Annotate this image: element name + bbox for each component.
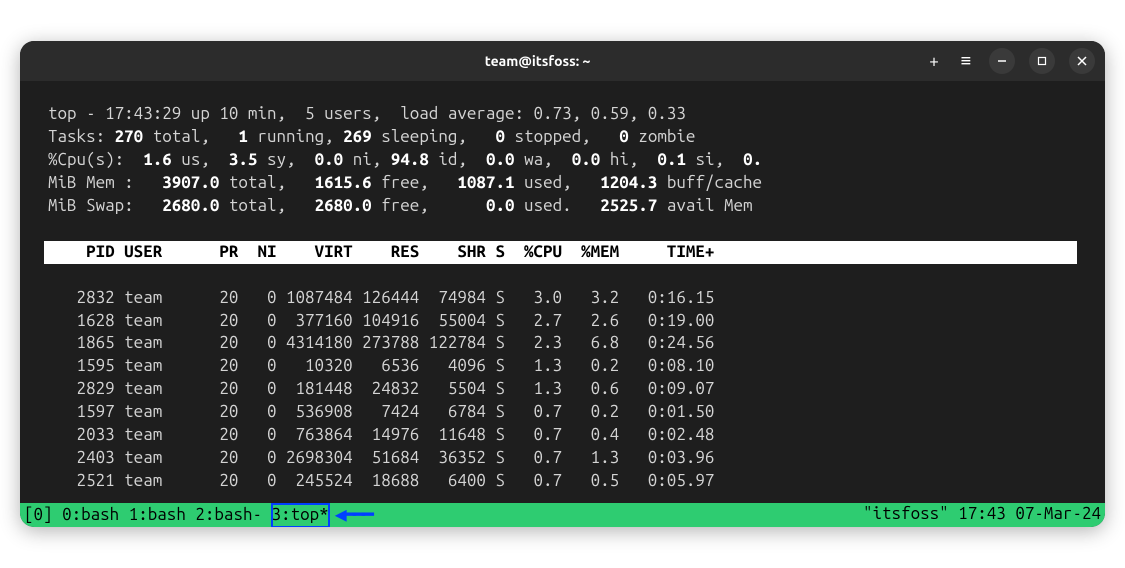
tmux-active-window[interactable]: 3:top*: [272, 504, 329, 527]
arrow-annotation-icon: ◀━━━: [335, 504, 371, 524]
tmux-status-right: "itsfoss" 17:43 07-Mar-24: [863, 503, 1101, 527]
tmux-windows: [0] 0:bash 1:bash 2:bash- 3:top*◀━━━: [24, 503, 371, 527]
process-row: 1597 team 20 0 536908 7424 6784 S 0.7 0.…: [48, 402, 714, 421]
process-row: 1595 team 20 0 10320 6536 4096 S 1.3 0.2…: [48, 356, 714, 375]
close-icon: [1077, 56, 1087, 66]
tasks-line: Tasks: 270 total, 1 running, 269 sleepin…: [48, 127, 695, 146]
tmux-status-bar: [0] 0:bash 1:bash 2:bash- 3:top*◀━━━ "it…: [20, 503, 1105, 527]
terminal-window: team@itsfoss: ~ + ≡ top - 17:43:29 up 10…: [20, 41, 1105, 527]
minimize-button[interactable]: [989, 48, 1015, 74]
process-table-header: PID USER PR NI VIRT RES SHR S %CPU %MEM …: [44, 241, 1077, 264]
process-row: 1628 team 20 0 377160 104916 55004 S 2.7…: [48, 311, 714, 330]
process-row: 2829 team 20 0 181448 24832 5504 S 1.3 0…: [48, 379, 714, 398]
swap-line: MiB Swap: 2680.0 total, 2680.0 free, 0.0…: [48, 196, 753, 215]
maximize-button[interactable]: [1029, 48, 1055, 74]
menu-button[interactable]: ≡: [957, 51, 975, 71]
titlebar-controls: + ≡: [925, 48, 1095, 74]
cpu-line: %Cpu(s): 1.6 us, 3.5 sy, 0.0 ni, 94.8 id…: [48, 150, 762, 169]
maximize-icon: [1037, 56, 1047, 66]
process-row: 1865 team 20 0 4314180 273788 122784 S 2…: [48, 333, 714, 352]
top-summary-line1: top - 17:43:29 up 10 min, 5 users, load …: [48, 104, 686, 123]
process-row: 2403 team 20 0 2698304 51684 36352 S 0.7…: [48, 448, 714, 467]
mem-line: MiB Mem : 3907.0 total, 1615.6 free, 108…: [48, 173, 762, 192]
terminal-content[interactable]: top - 17:43:29 up 10 min, 5 users, load …: [20, 81, 1105, 503]
minimize-icon: [997, 56, 1007, 66]
window-title: team@itsfoss: ~: [150, 53, 925, 69]
process-row: 2033 team 20 0 763864 14976 11648 S 0.7 …: [48, 425, 714, 444]
titlebar: team@itsfoss: ~ + ≡: [20, 41, 1105, 81]
close-button[interactable]: [1069, 48, 1095, 74]
process-row: 2521 team 20 0 245524 18688 6400 S 0.7 0…: [48, 471, 714, 490]
process-row: 2832 team 20 0 1087484 126444 74984 S 3.…: [48, 288, 714, 307]
new-tab-button[interactable]: +: [925, 52, 943, 71]
